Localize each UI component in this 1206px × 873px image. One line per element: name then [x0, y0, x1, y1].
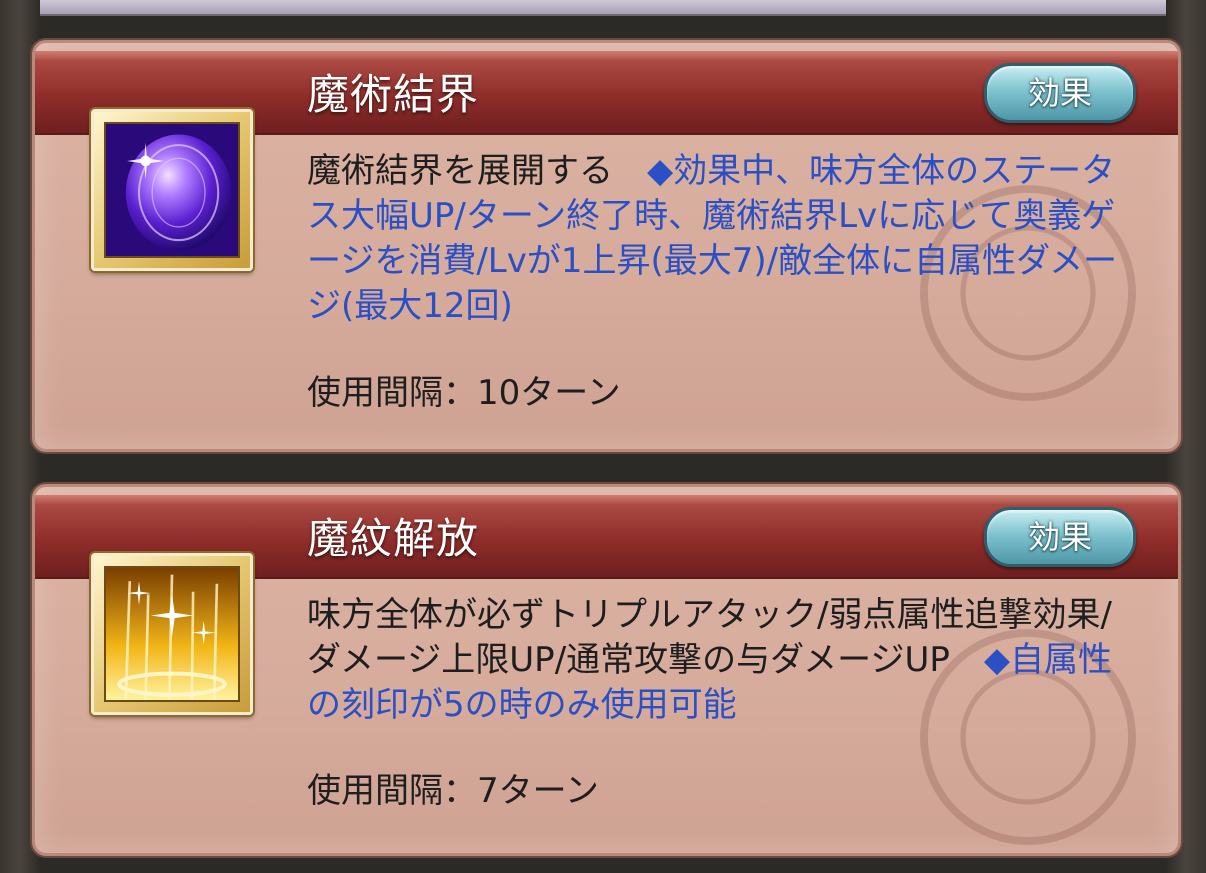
skill-title: 魔紋解放: [307, 514, 480, 563]
magic-barrier-orb-icon: [104, 122, 240, 258]
golden-light-burst-icon: [104, 566, 240, 702]
skill-icon-frame[interactable]: [91, 109, 253, 271]
description-text: 魔術結界を展開する: [307, 151, 647, 191]
previous-panel-edge: [40, 0, 1166, 16]
cooldown-text: 使用間隔：7ターン: [307, 771, 599, 811]
skill-card-1: 魔術結界 効果 魔術結界を展開する ◆効果中、味方全体のステータス大幅UP/ター…: [32, 40, 1181, 452]
skill-description: 味方全体が必ずトリプルアタック/弱点属性追撃効果/ダメージ上限UP/通常攻撃の与…: [307, 593, 1142, 728]
skill-description: 魔術結界を展開する ◆効果中、味方全体のステータス大幅UP/ターン終了時、魔術結…: [307, 149, 1142, 329]
effect-button[interactable]: 効果: [984, 63, 1136, 123]
effect-button[interactable]: 効果: [984, 507, 1136, 567]
skill-card-2: 魔紋解放 効果 味方全体が必ずトリプルアタック/弱点属性追撃効果/ダメージ上限U…: [32, 484, 1181, 856]
skill-title: 魔術結界: [307, 70, 480, 119]
cooldown-text: 使用間隔：10ターン: [307, 373, 621, 413]
skill-icon-frame[interactable]: [91, 553, 253, 715]
